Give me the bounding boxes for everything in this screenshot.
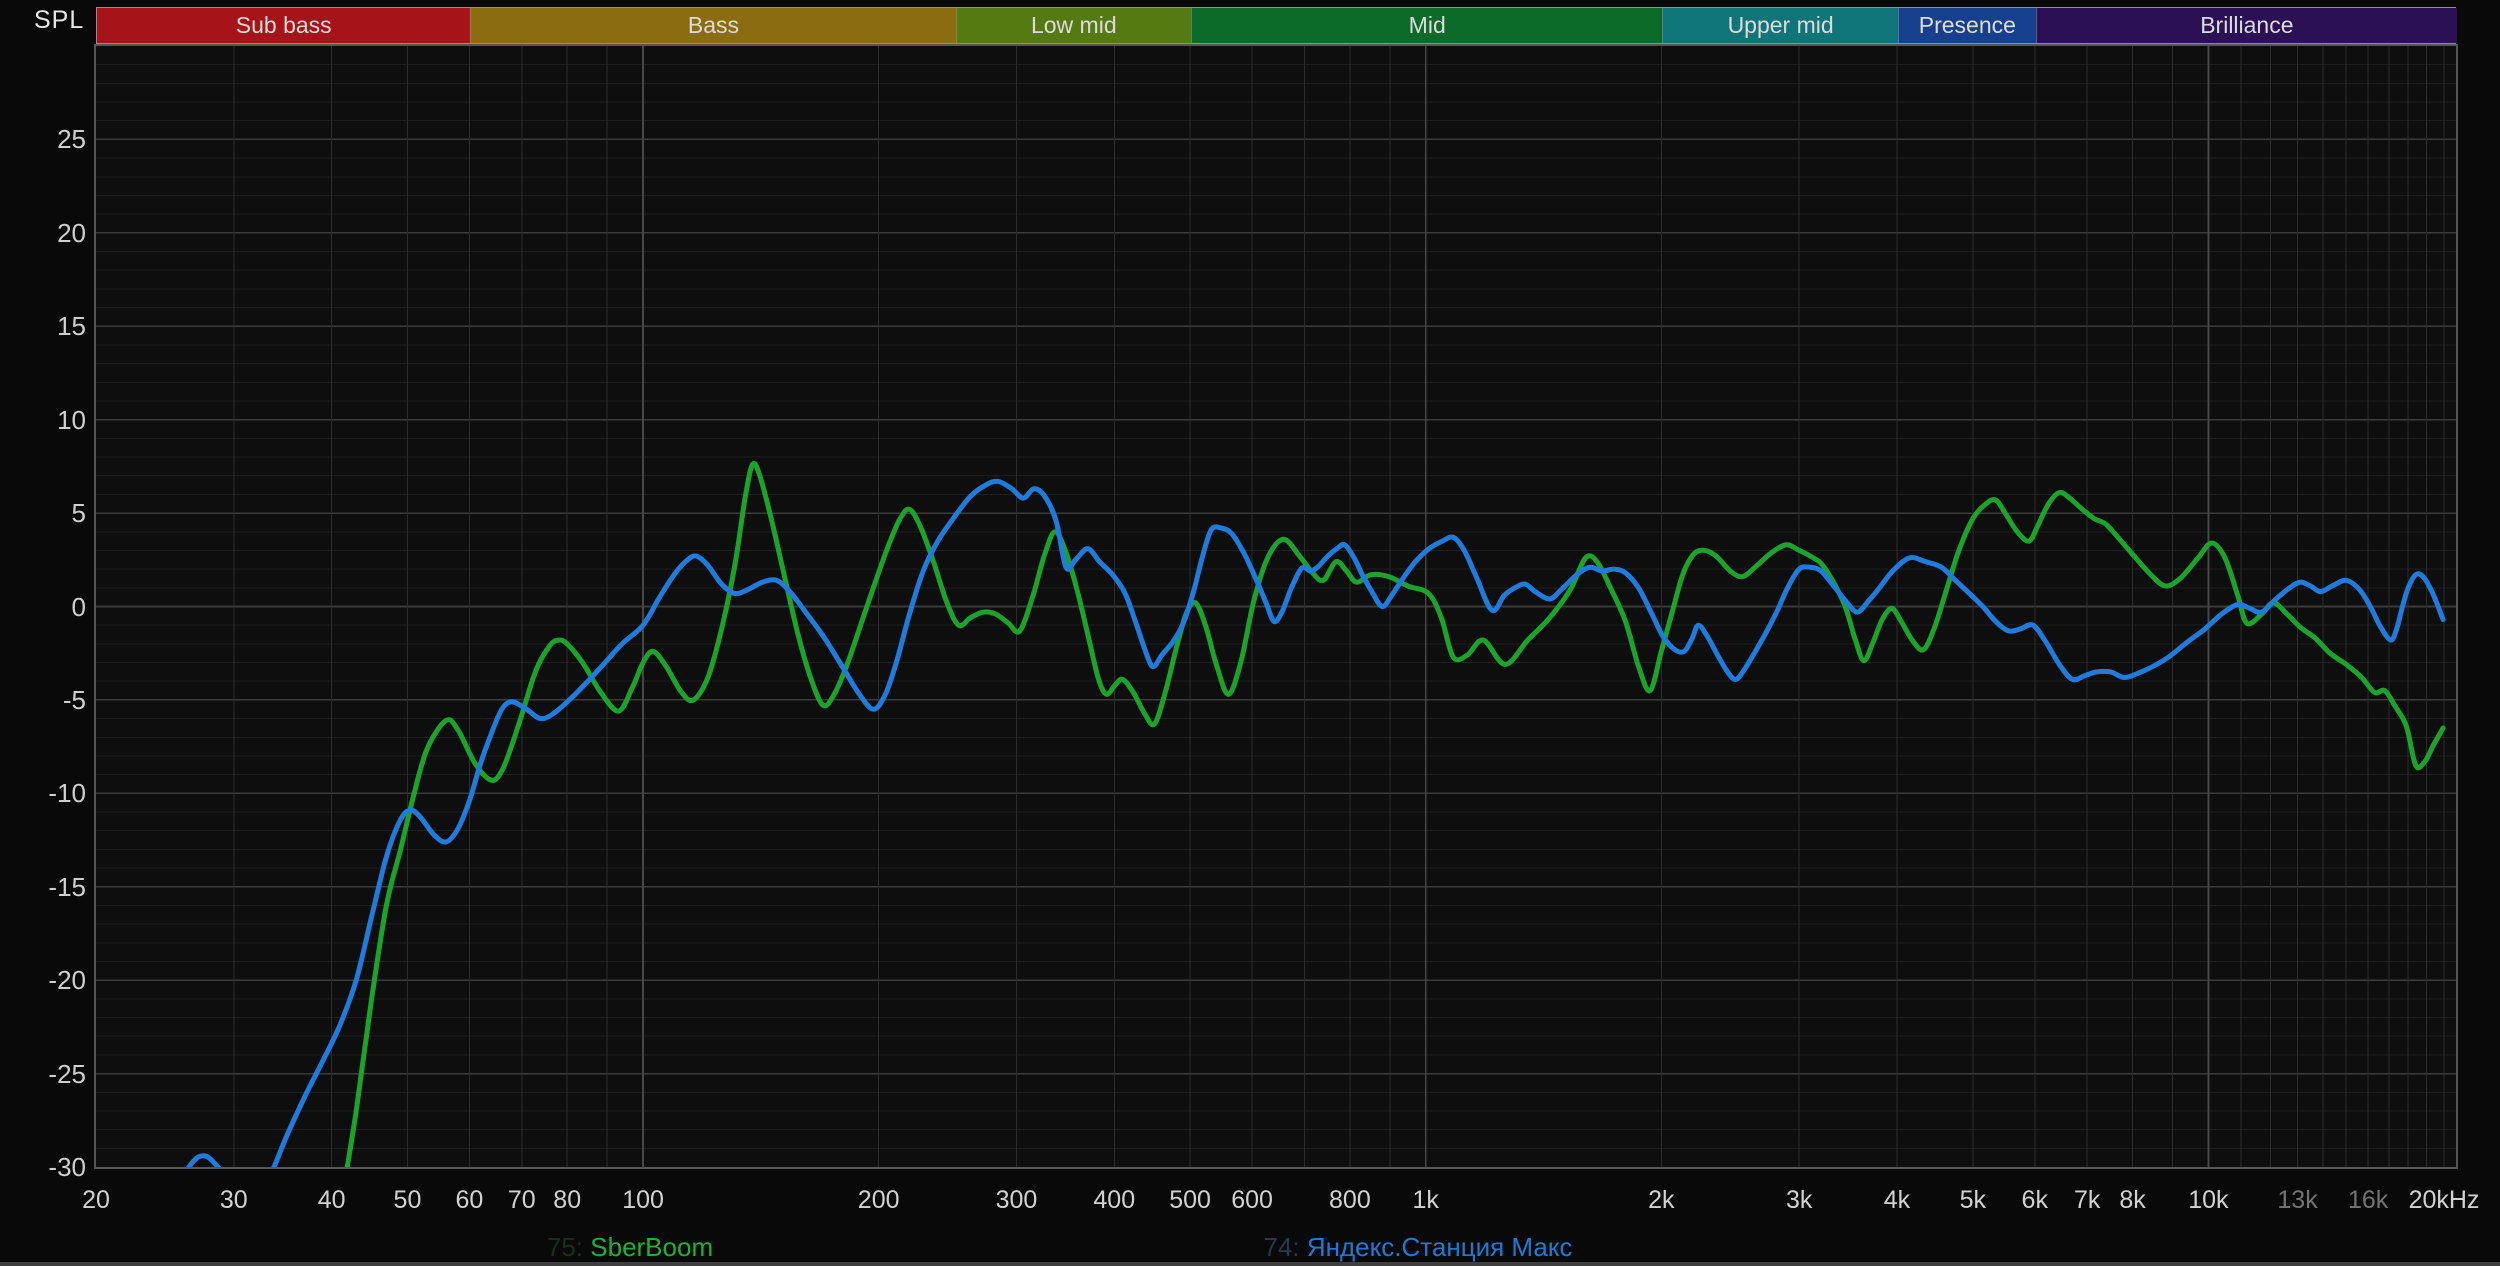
band-upper-mid: Upper mid bbox=[1662, 8, 1898, 43]
plot-area bbox=[94, 44, 2458, 1169]
y-tick-25: 25 bbox=[0, 124, 86, 155]
y-tick-15: 15 bbox=[0, 311, 86, 342]
plot-svg bbox=[96, 46, 2456, 1167]
y-axis-title: SPL bbox=[34, 6, 84, 35]
x-tick-100: 100 bbox=[622, 1186, 664, 1215]
y-tick--30: -30 bbox=[0, 1152, 86, 1183]
legend-sberboom-prefix: 75: bbox=[547, 1232, 590, 1262]
x-tick-600: 600 bbox=[1231, 1186, 1273, 1215]
x-tick-40: 40 bbox=[318, 1186, 346, 1215]
x-tick-7k: 7k bbox=[2074, 1186, 2100, 1215]
x-tick-2k: 2k bbox=[1648, 1186, 1674, 1215]
x-tick-500: 500 bbox=[1169, 1186, 1211, 1215]
x-tick-4k: 4k bbox=[1884, 1186, 1910, 1215]
y-tick--20: -20 bbox=[0, 965, 86, 996]
y-tick-20: 20 bbox=[0, 218, 86, 249]
x-tick-8k: 8k bbox=[2119, 1186, 2145, 1215]
x-tick-6k: 6k bbox=[2022, 1186, 2048, 1215]
frequency-response-chart: SPL Sub bassBassLow midMidUpper midPrese… bbox=[0, 0, 2500, 1266]
y-tick--10: -10 bbox=[0, 778, 86, 809]
x-tick-60: 60 bbox=[456, 1186, 484, 1215]
band-low-mid: Low mid bbox=[956, 8, 1192, 43]
x-tick-1k: 1k bbox=[1413, 1186, 1439, 1215]
x-tick-20kHz: 20kHz bbox=[2409, 1186, 2480, 1215]
x-tick-50: 50 bbox=[394, 1186, 422, 1215]
legend-sberboom-label: SberBoom bbox=[590, 1232, 713, 1262]
y-tick-5: 5 bbox=[0, 498, 86, 529]
x-tick-20: 20 bbox=[82, 1186, 110, 1215]
x-tick-300: 300 bbox=[996, 1186, 1038, 1215]
legend-yandex-label: Яндекс.Станция Макс bbox=[1307, 1232, 1573, 1262]
legend-sberboom: 75: SberBoom bbox=[547, 1232, 713, 1263]
x-tick-13k: 13k bbox=[2277, 1186, 2317, 1215]
band-presence: Presence bbox=[1898, 8, 2036, 43]
x-tick-80: 80 bbox=[553, 1186, 581, 1215]
legend-yandex-station-max: 74: Яндекс.Станция Макс bbox=[1263, 1232, 1572, 1263]
y-tick--25: -25 bbox=[0, 1059, 86, 1090]
y-tick-0: 0 bbox=[0, 592, 86, 623]
band-sub-bass: Sub bass bbox=[97, 8, 470, 43]
x-tick-3k: 3k bbox=[1786, 1186, 1812, 1215]
band-bass: Bass bbox=[470, 8, 955, 43]
window-bottom-edge bbox=[0, 1262, 2500, 1266]
band-mid: Mid bbox=[1191, 8, 1662, 43]
x-tick-70: 70 bbox=[508, 1186, 536, 1215]
y-tick--15: -15 bbox=[0, 872, 86, 903]
legend-yandex-prefix: 74: bbox=[1263, 1232, 1306, 1262]
y-tick--5: -5 bbox=[0, 685, 86, 716]
x-tick-16k: 16k bbox=[2348, 1186, 2388, 1215]
x-tick-5k: 5k bbox=[1960, 1186, 1986, 1215]
x-tick-800: 800 bbox=[1329, 1186, 1371, 1215]
frequency-band-bar: Sub bassBassLow midMidUpper midPresenceB… bbox=[96, 7, 2456, 44]
y-tick-10: 10 bbox=[0, 405, 86, 436]
band-brilliance: Brilliance bbox=[2036, 8, 2457, 43]
x-tick-400: 400 bbox=[1093, 1186, 1135, 1215]
x-tick-30: 30 bbox=[220, 1186, 248, 1215]
x-tick-200: 200 bbox=[858, 1186, 900, 1215]
x-tick-10k: 10k bbox=[2188, 1186, 2228, 1215]
yandex-station-max-curve bbox=[172, 481, 2443, 1167]
